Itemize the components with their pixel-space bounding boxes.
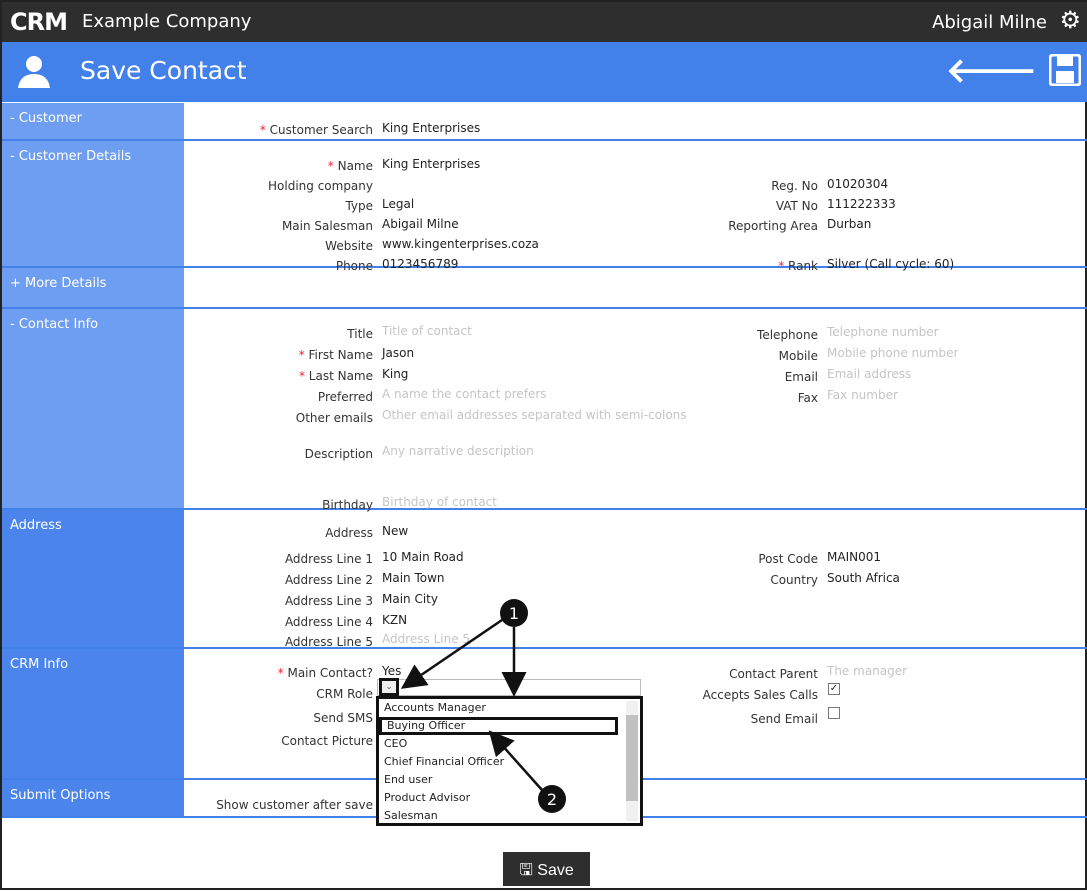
annotation-arrow — [400, 618, 503, 689]
annotation-overlay: 1 2 — [400, 599, 566, 813]
annotation-arrow — [488, 730, 543, 791]
annotation-label: 2 — [547, 790, 557, 809]
annotation-label: 1 — [509, 604, 519, 623]
